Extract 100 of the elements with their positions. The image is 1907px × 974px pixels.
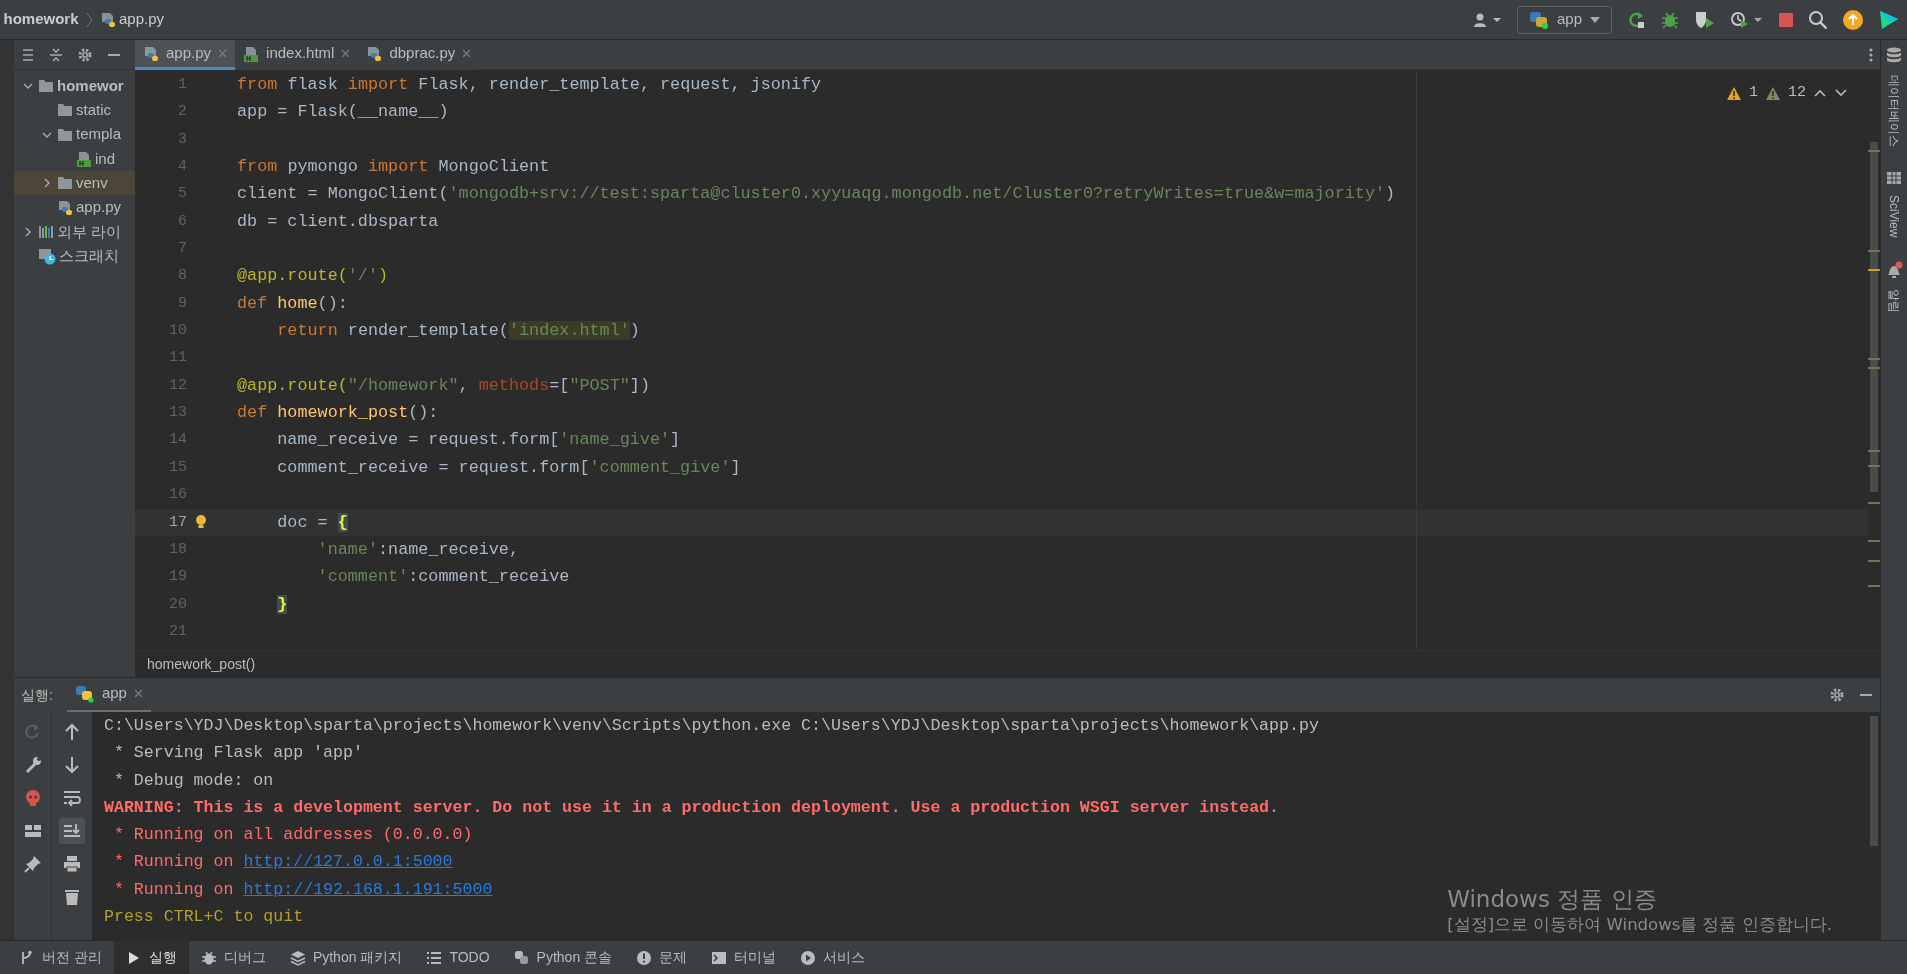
arrow-up-icon[interactable] (63, 723, 81, 741)
code-line: doc = { (276, 511, 348, 534)
code-line: name_receive = request.form['name_give'] (276, 429, 681, 452)
scrollbar-thumb[interactable] (1870, 716, 1878, 846)
breadcrumb-item[interactable]: homework (3, 8, 79, 31)
code-line: app = Flask(__name__) (236, 101, 449, 124)
folder-icon (56, 103, 73, 118)
expand-icon[interactable] (21, 47, 35, 62)
console-link[interactable]: http://192.168.1.191:5000 (243, 878, 493, 902)
rerun-icon[interactable] (1626, 9, 1646, 30)
warning-count[interactable]: 1 (1748, 82, 1758, 105)
line-number: 20 (168, 594, 187, 615)
weak-warning-icon (1765, 85, 1781, 101)
close-icon[interactable] (462, 49, 472, 58)
line-number: 2 (177, 102, 187, 123)
lightbulb-icon[interactable] (195, 514, 207, 531)
toolbox-logo-icon[interactable] (1878, 8, 1900, 31)
close-icon[interactable] (341, 49, 351, 58)
library-icon (37, 224, 54, 239)
wrench-icon[interactable] (23, 756, 42, 774)
structure-breadcrumb[interactable]: homework_post() (147, 653, 256, 675)
tool-window-tab[interactable]: 디버그 (188, 941, 278, 974)
previous-icon[interactable] (1813, 88, 1827, 99)
update-icon[interactable] (1842, 8, 1864, 31)
line-number: 8 (177, 266, 187, 287)
code-line: client = MongoClient('mongodb+srv://test:sparta@cluster0.xyyuaqg.mongodb.net/Cluster0?retryWrites=true&w=majority') (236, 183, 1396, 206)
profiler-icon[interactable] (1730, 9, 1764, 30)
close-icon[interactable] (133, 689, 143, 698)
code-line: @app.route('/') (236, 265, 389, 288)
tool-window-tab[interactable]: 버전 관리 (7, 941, 114, 974)
database-icon (1886, 47, 1902, 65)
folder-icon (56, 176, 73, 191)
trash-icon[interactable] (63, 888, 81, 906)
settings-icon[interactable] (77, 46, 93, 63)
tree-item[interactable]: ind (95, 147, 116, 171)
console-line: * Debug mode: on (112, 769, 274, 792)
editor-tab[interactable]: app.py (135, 40, 236, 70)
run-panel-label: 실행: (21, 685, 53, 705)
console-link[interactable]: http://127.0.0.1:5000 (243, 851, 453, 874)
tree-item[interactable]: static (76, 99, 111, 122)
code-line: from pymongo import MongoClient (236, 156, 550, 179)
next-icon[interactable] (1834, 88, 1848, 99)
tool-window-tab[interactable]: 터미널 (699, 941, 789, 974)
sidebar-tool-button[interactable]: SciView (1885, 171, 1903, 241)
chevron-right-icon[interactable] (23, 226, 33, 237)
collapse-all-icon[interactable] (49, 47, 63, 62)
python-file-icon (366, 45, 383, 62)
python-icon (74, 684, 95, 703)
arrow-down-icon[interactable] (63, 756, 81, 774)
sidebar-tool-button[interactable]: 알림 (1885, 261, 1903, 317)
python-file-icon (56, 199, 73, 216)
print-icon[interactable] (63, 855, 81, 873)
tool-window-tab[interactable]: TODO (414, 941, 502, 974)
line-number: 16 (168, 485, 187, 506)
skull-icon[interactable] (23, 789, 42, 807)
tool-window-tab[interactable]: 서비스 (788, 941, 878, 974)
python-file-icon (99, 11, 116, 28)
code-line: from flask import Flask, render_template, request, jsonify (236, 74, 822, 96)
tool-window-tab[interactable]: Python 콘솔 (501, 941, 625, 974)
line-number: 7 (177, 239, 187, 260)
activation-title: Windows 정품 인증 (1447, 885, 1658, 914)
stop-icon[interactable] (1778, 11, 1794, 28)
settings-icon[interactable] (1829, 687, 1845, 703)
tree-item[interactable]: 스크래치 (59, 244, 119, 268)
chevron-right-icon[interactable] (42, 178, 52, 189)
coverage-icon[interactable] (1694, 9, 1716, 30)
separator-icon (85, 11, 93, 28)
sidebar-tool-button[interactable]: 데이터베이스 (1885, 47, 1903, 150)
line-number: 9 (177, 293, 187, 314)
tool-window-tab[interactable]: Python 패키지 (277, 941, 415, 974)
tree-item[interactable]: homewor (57, 74, 124, 98)
activation-text: [설정]으로 이동하여 Windows를 정품 인증합니다. (1447, 914, 1832, 936)
breadcrumb-item[interactable]: app.py (99, 8, 165, 31)
line-number: 6 (177, 211, 187, 232)
line-number: 21 (168, 621, 187, 642)
weak-warning-count[interactable]: 12 (1788, 82, 1806, 105)
more-icon[interactable] (1869, 47, 1873, 62)
pin-icon[interactable] (23, 855, 42, 873)
layout-icon[interactable] (23, 822, 42, 840)
user-icon[interactable] (1472, 11, 1503, 28)
code-line: 'name':name_receive, (316, 538, 519, 561)
code-line: def homework_post(): (236, 402, 439, 425)
tree-item[interactable]: 외부 라이 (57, 220, 122, 244)
list-icon (426, 949, 443, 966)
line-number: 5 (177, 184, 187, 205)
soft-wrap-icon[interactable] (63, 789, 81, 807)
search-icon[interactable] (1808, 9, 1828, 30)
play-circle-icon (800, 949, 817, 966)
tool-window-tab[interactable]: 실행 (113, 941, 189, 974)
line-number: 10 (168, 321, 187, 342)
line-number: 15 (168, 457, 187, 478)
run-configuration-dropdown[interactable]: app (1516, 5, 1612, 34)
tree-item[interactable]: templa (76, 123, 122, 146)
scroll-to-end-icon[interactable] (63, 822, 81, 840)
terminal-icon (711, 949, 728, 966)
console-text: * Running on (112, 878, 235, 901)
scrollbar-thumb[interactable] (1870, 142, 1878, 492)
line-number: 19 (168, 567, 187, 588)
tree-item[interactable]: app.py (76, 196, 122, 219)
tool-window-tab[interactable]: 문제 (624, 941, 700, 974)
